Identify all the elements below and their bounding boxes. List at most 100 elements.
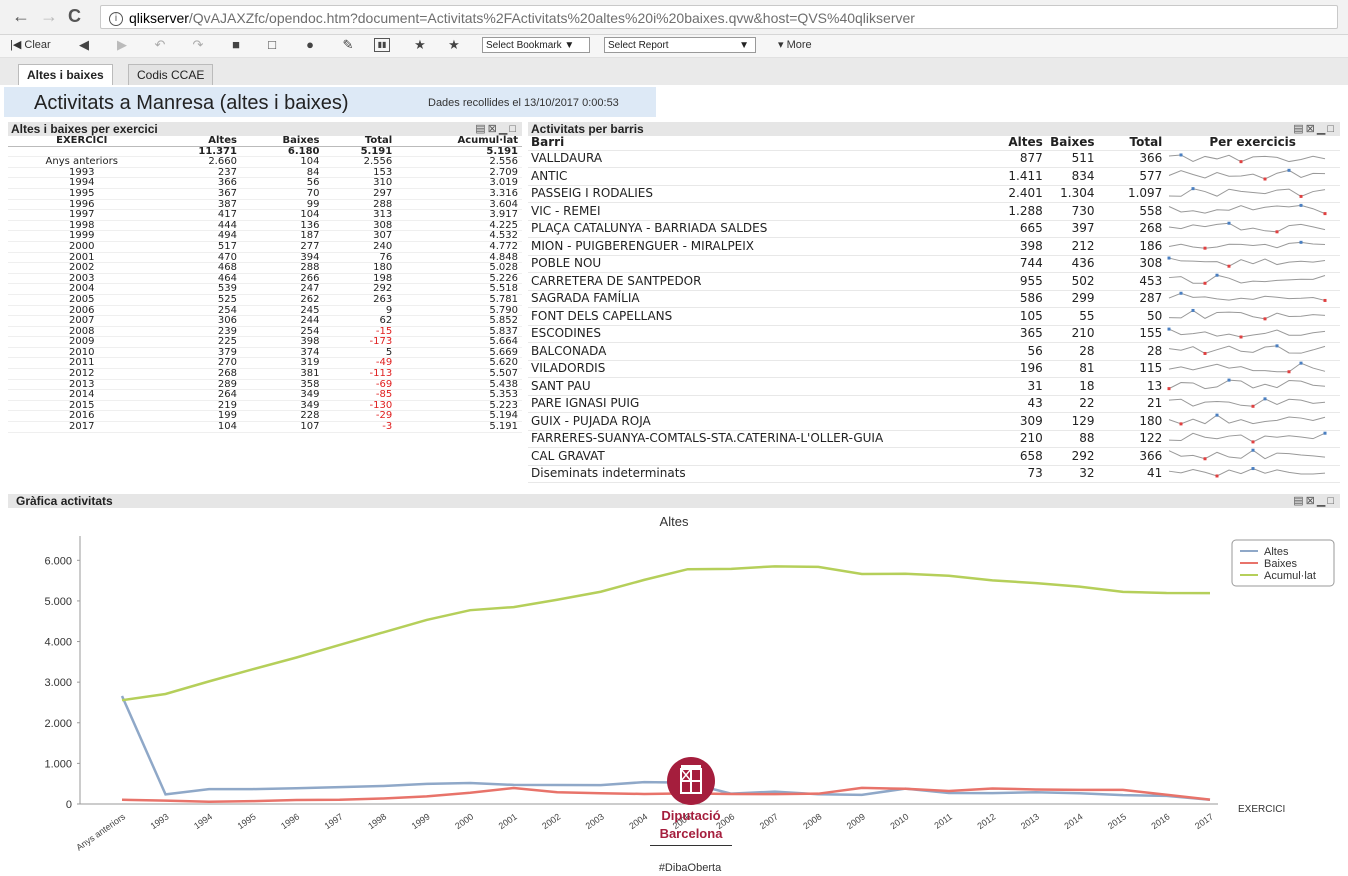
info-icon[interactable]: i bbox=[109, 12, 123, 27]
col-per-exercicis[interactable]: Per exercicis bbox=[1165, 135, 1340, 151]
panel-controls[interactable]: ▤⊠▁□ bbox=[1293, 122, 1336, 136]
bookmark-select[interactable]: Select Bookmark ▼ bbox=[482, 37, 590, 53]
table-row[interactable]: 2010 379 374 5 5.669 bbox=[8, 347, 522, 359]
chart-icon[interactable]: ▮▮ bbox=[374, 38, 390, 52]
col-exercici[interactable]: EXERCICI bbox=[8, 135, 156, 147]
back-icon[interactable]: ← bbox=[12, 6, 30, 27]
export-icon[interactable]: ⊠ bbox=[488, 123, 499, 135]
panel-controls[interactable]: ▤⊠▁□ bbox=[1293, 494, 1336, 508]
table-row[interactable]: 1995 367 70 297 3.316 bbox=[8, 188, 522, 200]
table-row[interactable]: SAGRADA FAMÍLIA 586 299 287 bbox=[528, 290, 1340, 308]
table-row[interactable]: 2005 525 262 263 5.781 bbox=[8, 294, 522, 306]
table-row[interactable]: VILADORDIS 196 81 115 bbox=[528, 360, 1340, 378]
table-cell: 5.438 bbox=[396, 379, 522, 391]
table-row[interactable]: 2003 464 266 198 5.226 bbox=[8, 273, 522, 285]
export-icon[interactable]: ⊠ bbox=[1306, 495, 1317, 507]
lock-icon[interactable]: ■ bbox=[228, 37, 244, 53]
print-icon[interactable]: ▤ bbox=[1293, 123, 1305, 135]
table-row[interactable]: 2009 225 398 -173 5.664 bbox=[8, 336, 522, 348]
table-row[interactable]: 2006 254 245 9 5.790 bbox=[8, 305, 522, 317]
table-cell: 268 bbox=[155, 368, 241, 380]
maximize-icon[interactable]: □ bbox=[1327, 123, 1336, 135]
table-row[interactable]: ESCODINES 365 210 155 bbox=[528, 325, 1340, 343]
table-cell: 277 bbox=[240, 241, 324, 253]
remove-bookmark-icon[interactable]: ★ bbox=[446, 37, 462, 53]
table-row[interactable]: 2000 517 277 240 4.772 bbox=[8, 241, 522, 253]
col-acumulat[interactable]: Acumul·lat bbox=[396, 135, 522, 147]
table-row[interactable]: 2001 470 394 76 4.848 bbox=[8, 252, 522, 264]
minimize-icon[interactable]: ▁ bbox=[499, 123, 509, 135]
col-altes[interactable]: Altes bbox=[155, 135, 241, 147]
table-row[interactable]: PLAÇA CATALUNYA - BARRIADA SALDES 665 397 2… bbox=[528, 220, 1340, 238]
table-row[interactable]: 2002 468 288 180 5.028 bbox=[8, 262, 522, 274]
maximize-icon[interactable]: □ bbox=[1327, 495, 1336, 507]
table-row[interactable]: 2011 270 319 -49 5.620 bbox=[8, 357, 522, 370]
table-row[interactable]: 1996 387 99 288 3.604 bbox=[8, 199, 522, 211]
redo-icon[interactable]: ↷ bbox=[190, 37, 206, 53]
back-step-icon[interactable]: ◀ bbox=[76, 37, 92, 53]
col-baixes[interactable]: Baixes bbox=[240, 135, 324, 147]
report-select[interactable]: Select Report ▼ bbox=[604, 37, 756, 53]
table-row[interactable]: VALLDAURA 877 511 366 bbox=[528, 150, 1340, 168]
reload-icon[interactable]: C bbox=[68, 6, 81, 27]
col-barri[interactable]: Barri bbox=[528, 135, 997, 151]
table-row[interactable]: PARE IGNASI PUIG 43 22 21 bbox=[528, 395, 1340, 413]
panel-controls[interactable]: ▤⊠▁□ bbox=[475, 122, 518, 136]
more-label: More bbox=[786, 39, 812, 51]
table-row[interactable]: VIC - REMEI 1.288 730 558 bbox=[528, 202, 1340, 221]
table-row[interactable]: ANTIC 1.411 834 577 bbox=[528, 167, 1340, 186]
approve-icon[interactable]: ● bbox=[302, 37, 318, 53]
minimize-icon[interactable]: ▁ bbox=[1317, 495, 1327, 507]
table-row[interactable]: MION - PUIGBERENGUER - MIRALPEIX 398 212 18… bbox=[528, 237, 1340, 256]
table-row[interactable]: 1997 417 104 313 3.917 bbox=[8, 209, 522, 221]
print-icon[interactable]: ▤ bbox=[475, 123, 487, 135]
table-cell: 104 bbox=[240, 156, 324, 168]
table-row[interactable]: 2016 199 228 -29 5.194 bbox=[8, 410, 522, 423]
table-row[interactable]: CARRETERA DE SANTPEDOR 955 502 453 bbox=[528, 272, 1340, 291]
table-cell: 4.772 bbox=[396, 241, 522, 253]
table-row[interactable]: 2012 268 381 -113 5.507 bbox=[8, 368, 522, 380]
table-row[interactable]: BALCONADA 56 28 28 bbox=[528, 342, 1340, 361]
table-row[interactable]: SANT PAU 31 18 13 bbox=[528, 377, 1340, 396]
table-row[interactable]: FARRERES-SUANYA-COMTALS-STA.CATERINA-L'O… bbox=[528, 430, 1340, 448]
more-button[interactable]: ▾ More bbox=[778, 38, 812, 51]
table-row[interactable]: Diseminats indeterminats 73 32 41 bbox=[528, 465, 1340, 483]
tab-altes-i-baixes[interactable]: Altes i baixes bbox=[18, 64, 113, 86]
table-row[interactable]: PASSEIG I RODALIES 2.401 1.304 1.097 bbox=[528, 185, 1340, 203]
forward-icon[interactable]: → bbox=[40, 6, 58, 27]
forward-step-icon[interactable]: ▶ bbox=[114, 37, 130, 53]
unlock-icon[interactable]: □ bbox=[264, 37, 280, 53]
table-row[interactable]: 2015 219 349 -130 5.223 bbox=[8, 400, 522, 412]
table-row[interactable]: 1998 444 136 308 4.225 bbox=[8, 220, 522, 232]
table-row[interactable]: 1993 237 84 153 2.709 bbox=[8, 167, 522, 179]
table-row[interactable]: 2004 539 247 292 5.518 bbox=[8, 283, 522, 295]
col-total[interactable]: Total bbox=[323, 135, 397, 147]
table-row[interactable]: FONT DELS CAPELLANS 105 55 50 bbox=[528, 307, 1340, 326]
table-row[interactable]: 2008 239 254 -15 5.837 bbox=[8, 326, 522, 338]
table-row[interactable]: POBLE NOU 744 436 308 bbox=[528, 255, 1340, 273]
address-bar[interactable]: i qlikserver/QvAJAXZfc/opendoc.htm?docume… bbox=[100, 5, 1338, 29]
undo-icon[interactable]: ↶ bbox=[152, 37, 168, 53]
table-row[interactable]: 1999 494 187 307 4.532 bbox=[8, 230, 522, 242]
table-row[interactable]: 2014 264 349 -85 5.353 bbox=[8, 389, 522, 401]
table-row[interactable]: CAL GRAVAT 658 292 366 bbox=[528, 447, 1340, 466]
table-row[interactable]: 2017 104 107 -3 5.191 bbox=[8, 421, 522, 433]
table-row[interactable]: 1994 366 56 310 3.019 bbox=[8, 177, 522, 189]
export-icon[interactable]: ⊠ bbox=[1306, 123, 1317, 135]
col-altes[interactable]: Altes bbox=[996, 135, 1046, 151]
tab-codis-ccae[interactable]: Codis CCAE bbox=[128, 64, 214, 86]
col-baixes[interactable]: Baixes bbox=[1045, 135, 1098, 151]
table-cell: 268 bbox=[1097, 220, 1166, 238]
table-cell: 3.019 bbox=[396, 177, 522, 189]
clear-button[interactable]: |◀ Clear bbox=[10, 38, 51, 51]
add-bookmark-icon[interactable]: ★ bbox=[412, 37, 428, 53]
table-row[interactable]: 2013 289 358 -69 5.438 bbox=[8, 379, 522, 391]
col-total[interactable]: Total bbox=[1097, 135, 1166, 151]
maximize-icon[interactable]: □ bbox=[509, 123, 518, 135]
minimize-icon[interactable]: ▁ bbox=[1317, 123, 1327, 135]
table-row[interactable]: GUIX - PUJADA ROJA 309 129 180 bbox=[528, 412, 1340, 431]
edit-icon[interactable]: ✎ bbox=[340, 37, 356, 53]
table-row[interactable]: Anys anteriors 2.660 104 2.556 2.556 bbox=[8, 156, 522, 168]
table-row[interactable]: 2007 306 244 62 5.852 bbox=[8, 315, 522, 327]
print-icon[interactable]: ▤ bbox=[1293, 495, 1305, 507]
